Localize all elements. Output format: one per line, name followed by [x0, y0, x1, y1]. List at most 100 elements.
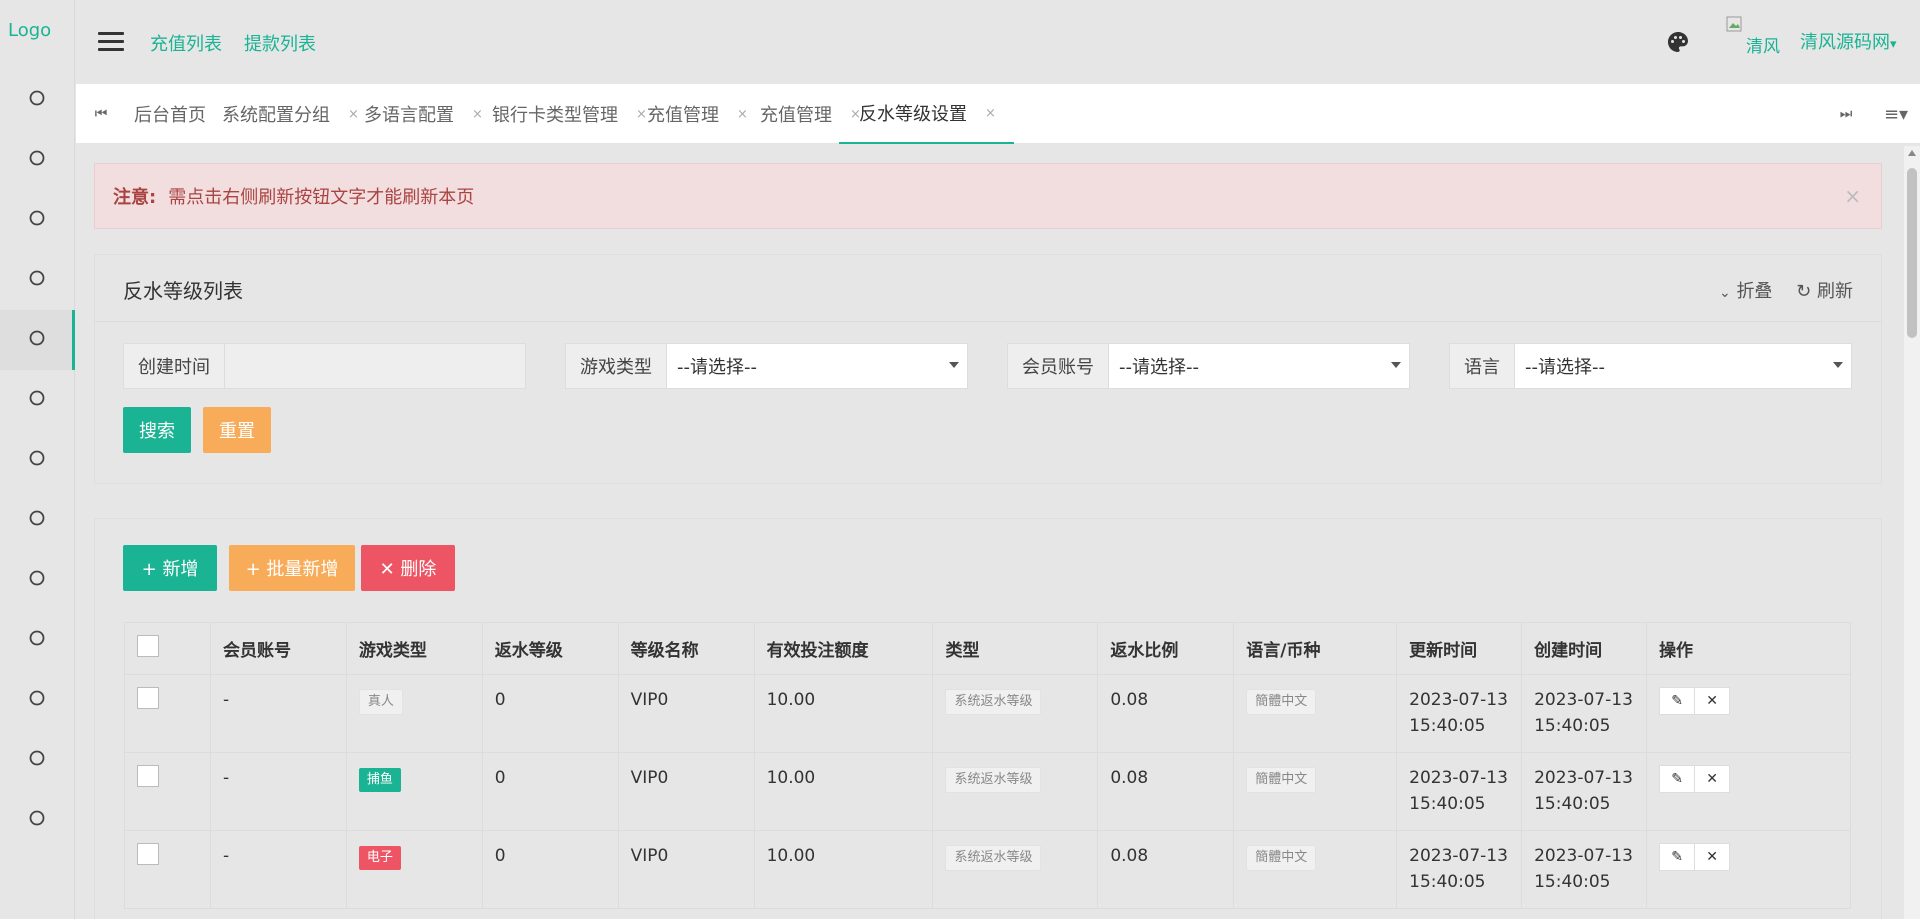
cell-level: 0 — [481, 674, 619, 753]
delete-x-icon[interactable]: ✕ — [1694, 687, 1731, 715]
tab-options-icon[interactable]: ≡▾ — [1871, 84, 1920, 144]
cell-created: 2023-07-13 15:40:05 — [1521, 752, 1648, 831]
data-table: 会员账号 游戏类型 返水等级 等级名称 有效投注额度 类型 返水比例 语言/币种 更新时间 创建时… — [124, 622, 1851, 909]
create-time-field: 创建时间 — [123, 343, 526, 389]
cell-type: 系统返水等级 — [932, 830, 1099, 909]
cell-lang: 簡體中文 — [1233, 752, 1398, 831]
column-header[interactable] — [124, 622, 211, 675]
notice-alert: 注意: 需点击右侧刷新按钮文字才能刷新本页 × — [94, 163, 1882, 229]
language-label: 语言 — [1450, 344, 1515, 388]
sidebar-item[interactable] — [0, 550, 74, 610]
sidebar-item[interactable] — [0, 490, 74, 550]
circle-o-icon — [28, 269, 46, 292]
caret-down-icon — [1833, 362, 1843, 368]
cell-created: 2023-07-13 15:40:05 — [1521, 830, 1648, 909]
sidebar-item[interactable] — [0, 610, 74, 670]
game-type-select[interactable]: --请选择-- — [667, 344, 967, 388]
table-row: - 捕鱼 0 VIP0 10.00 系统返水等级 0.08 簡體中文 2023-07-13 15… — [124, 752, 1851, 831]
cell-level-name: VIP0 — [617, 674, 755, 753]
select-all-checkbox[interactable] — [137, 635, 159, 657]
edit-pencil-icon[interactable]: ✎ — [1659, 687, 1696, 715]
close-icon[interactable]: × — [985, 106, 996, 121]
sidebar-item[interactable] — [0, 250, 74, 310]
user-name: 清风源码网 — [1800, 32, 1890, 53]
user-menu[interactable]: 清风源码网▾ — [1800, 28, 1897, 54]
type-badge: 系统返水等级 — [945, 689, 1042, 715]
tab-label: 充值管理 — [647, 105, 719, 126]
add-button[interactable]: + 新增 — [123, 545, 217, 591]
divider — [95, 321, 1881, 322]
cell-type: 系统返水等级 — [932, 752, 1099, 831]
circle-o-icon — [28, 389, 46, 412]
sidebar-item[interactable] — [0, 730, 74, 790]
close-icon[interactable]: × — [1844, 184, 1861, 208]
language-field: 语言 --请选择-- — [1449, 343, 1852, 389]
circle-o-icon — [28, 209, 46, 232]
cell-level-name: VIP0 — [617, 830, 755, 909]
table-row: - 电子 0 VIP0 10.00 系统返水等级 0.08 簡體中文 2023-07-13 15… — [124, 830, 1851, 909]
refresh-icon: ↻ — [1796, 281, 1812, 302]
sidebar-item[interactable] — [0, 430, 74, 490]
row-checkbox[interactable] — [137, 765, 159, 787]
game-type-label: 游戏类型 — [566, 344, 667, 388]
cell-member: - — [209, 674, 347, 753]
table-row: - 真人 0 VIP0 10.00 系统返水等级 0.08 簡體中文 2023-07-13 15… — [124, 674, 1851, 753]
table-header-row: 会员账号 游戏类型 返水等级 等级名称 有效投注额度 类型 返水比例 语言/币种 更新时间 创建时… — [124, 622, 1851, 675]
circle-o-icon — [28, 329, 46, 352]
circle-o-icon — [28, 149, 46, 172]
scrollbar-thumb[interactable] — [1907, 168, 1917, 338]
collapse-button[interactable]: ⌄ 折叠 — [1719, 281, 1772, 302]
chevron-down-icon: ▾ — [1890, 37, 1897, 52]
recharge-list-link[interactable]: 充值列表 — [150, 30, 222, 56]
cell-updated: 2023-07-13 15:40:05 — [1396, 674, 1523, 753]
column-header: 类型 — [932, 622, 1099, 675]
sidebar-item[interactable] — [0, 370, 74, 430]
cell-lang: 簡體中文 — [1233, 830, 1398, 909]
panel-tools: ⌄ 折叠 ↻ 刷新 — [1701, 277, 1853, 303]
delete-x-icon[interactable]: ✕ — [1694, 765, 1731, 793]
circle-o-icon — [28, 689, 46, 712]
tab-label: 银行卡类型管理 — [492, 105, 618, 126]
batch-add-button[interactable]: + 批量新增 — [229, 545, 355, 591]
reset-button[interactable]: 重置 — [203, 407, 271, 453]
type-badge: 系统返水等级 — [945, 767, 1042, 793]
delete-button[interactable]: ✕ 删除 — [361, 545, 455, 591]
row-checkbox[interactable] — [137, 687, 159, 709]
sidebar-item[interactable] — [0, 790, 74, 850]
panel-title: 反水等级列表 — [123, 279, 243, 303]
search-button[interactable]: 搜索 — [123, 407, 191, 453]
row-checkbox[interactable] — [137, 843, 159, 865]
tab-item[interactable]: 反水等级设置 × — [839, 84, 1014, 144]
double-chevron-down-icon: ⌄ — [1718, 285, 1731, 301]
cell-game-type: 电子 — [345, 830, 483, 909]
sidebar-item[interactable] — [0, 190, 74, 250]
cell-level: 0 — [481, 752, 619, 831]
refresh-button[interactable]: ↻ 刷新 — [1796, 281, 1853, 302]
circle-o-icon — [28, 89, 46, 112]
tab-scroll-right-icon[interactable]: ⏭ — [1821, 84, 1871, 144]
logo[interactable]: Logo — [8, 20, 51, 41]
menu-toggle-icon[interactable] — [98, 32, 124, 52]
column-header: 更新时间 — [1396, 622, 1523, 675]
circle-o-icon — [28, 569, 46, 592]
circle-o-icon — [28, 809, 46, 832]
create-time-input[interactable] — [225, 344, 525, 388]
scrollbar[interactable] — [1904, 146, 1920, 919]
search-panel: 反水等级列表 ⌄ 折叠 ↻ 刷新 创建时间 游戏类型 --请选择-- 会员账号 … — [94, 254, 1882, 484]
sidebar-item[interactable] — [0, 670, 74, 730]
language-select[interactable]: --请选择-- — [1515, 344, 1851, 388]
sidebar-item[interactable] — [0, 70, 74, 130]
alert-message: 需点击右侧刷新按钮文字才能刷新本页 — [168, 187, 475, 208]
game-type-badge: 电子 — [358, 846, 401, 870]
lang-badge: 簡體中文 — [1246, 845, 1317, 871]
sidebar-item[interactable] — [0, 310, 75, 370]
withdraw-list-link[interactable]: 提款列表 — [244, 30, 316, 56]
delete-x-icon[interactable]: ✕ — [1694, 843, 1731, 871]
collapse-label: 折叠 — [1736, 281, 1773, 302]
theme-palette-icon[interactable] — [1666, 30, 1690, 60]
edit-pencil-icon[interactable]: ✎ — [1659, 765, 1696, 793]
scroll-up-icon[interactable] — [1908, 150, 1916, 156]
member-select[interactable]: --请选择-- — [1109, 344, 1409, 388]
edit-pencil-icon[interactable]: ✎ — [1659, 843, 1696, 871]
sidebar-item[interactable] — [0, 130, 74, 190]
